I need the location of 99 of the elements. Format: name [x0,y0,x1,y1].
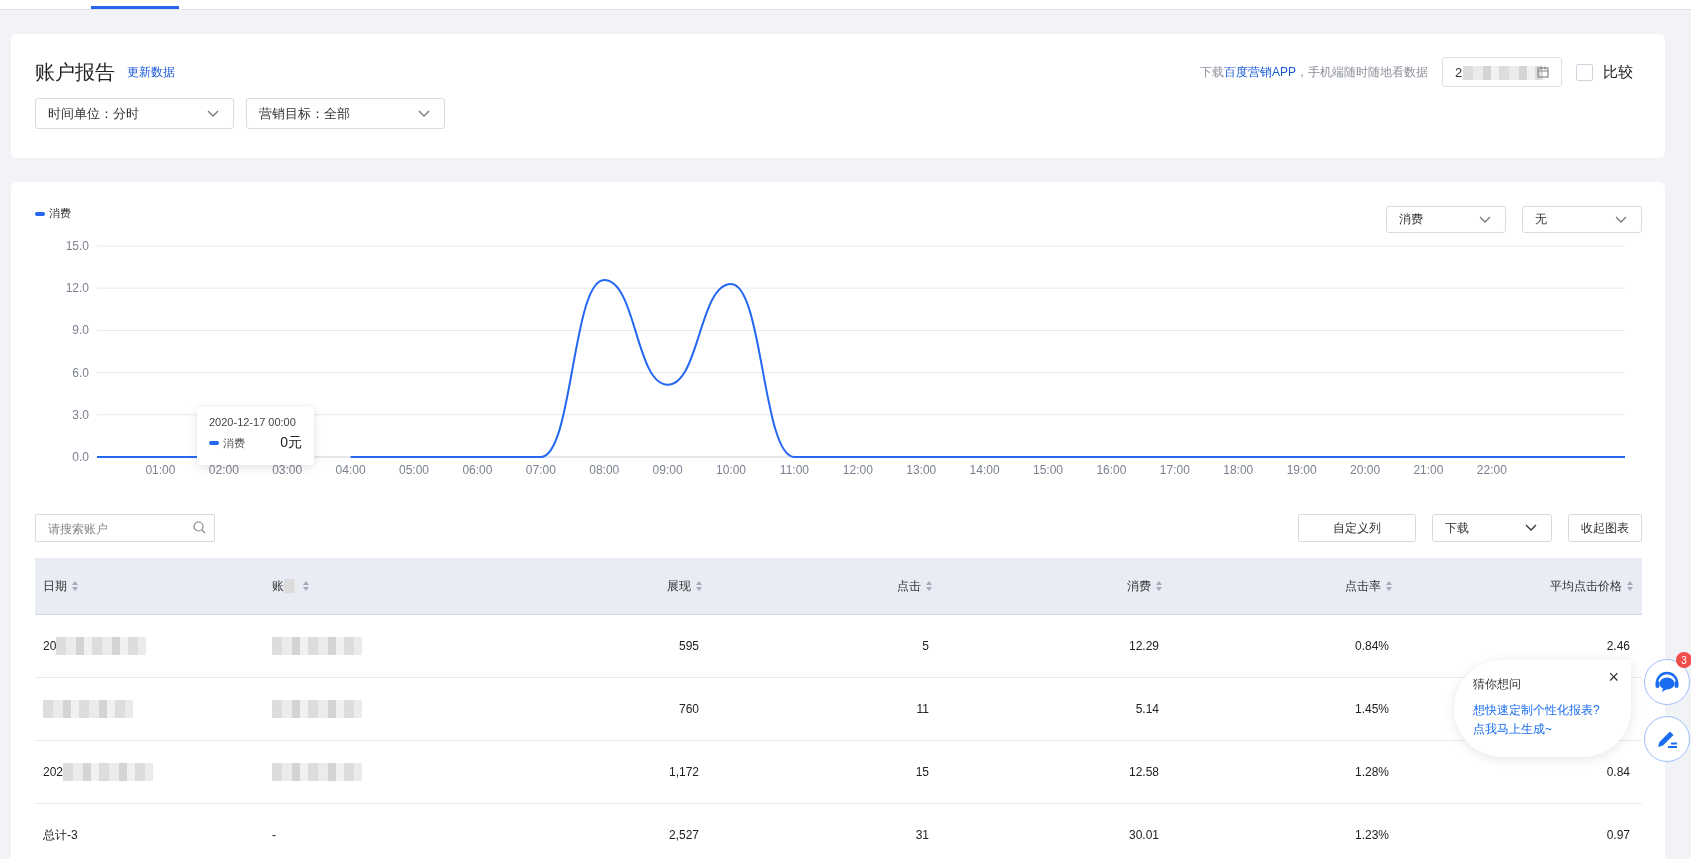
tooltip-series: 消费 [223,435,245,451]
table-cell: 12.29 [1128,639,1159,653]
chevron-down-icon [1479,215,1491,224]
x-tick-label: 11:00 [779,463,809,477]
sort-icon[interactable] [925,580,933,592]
table-cell: 2.46 [1606,639,1630,653]
column-header[interactable]: 点击率 [1345,577,1381,595]
collapse-chart-button[interactable]: 收起图表 [1568,514,1642,542]
search-icon [193,521,206,534]
x-tick-label: 12:00 [842,463,873,477]
app-download-link[interactable]: 百度营销APP [1224,64,1296,79]
column-header[interactable]: 展现 [667,577,691,595]
table-cell: 1,172 [668,765,699,779]
x-tick-label: 08:00 [589,463,620,477]
download-dropdown[interactable]: 下载 [1432,514,1552,542]
x-tick-label: 07:00 [525,463,556,477]
sort-icon[interactable] [1155,580,1163,592]
close-button[interactable]: × [1608,668,1619,686]
date-field[interactable]: 2 [1442,57,1562,87]
table-cell: 5.14 [1135,702,1159,716]
headset-chat-icon [1654,669,1680,695]
x-tick-label: 18:00 [1223,463,1254,477]
chevron-down-icon [1525,524,1537,532]
table-cell: 总计-3 [43,826,78,844]
table-cell: 0.84% [1354,639,1389,653]
table-cell: 12.58 [1128,765,1159,779]
legend-marker [209,441,219,445]
search-field[interactable]: 请搜索账户 [35,514,215,542]
filter-dropdown[interactable]: 营销目标：全部 [246,98,445,129]
search-input[interactable]: 请搜索账户 [46,516,190,542]
table-cell: - [272,828,276,842]
x-tick-label: 19:00 [1286,463,1317,477]
compare-dropdown[interactable]: 无 [1522,206,1642,233]
table-cell: 31 [915,828,929,842]
x-tick-label: 01:00 [145,463,176,477]
calendar-icon [1537,66,1549,78]
x-tick-label: 02:00 [208,463,239,477]
x-tick-label: 13:00 [906,463,937,477]
table-cell: 1.23% [1354,828,1389,842]
x-tick-label: 17:00 [1159,463,1190,477]
chevron-down-icon [207,109,219,118]
sort-icon[interactable] [1385,580,1393,592]
column-header[interactable]: 消费 [1127,577,1151,595]
sort-icon[interactable] [1626,580,1634,592]
y-tick-label: 12.0 [65,281,89,296]
y-tick-label: 6.0 [72,365,89,380]
compare-label: 比较 [1603,62,1633,82]
table-cell: 11 [916,702,929,716]
sort-icon[interactable] [71,580,79,592]
suggestion-link[interactable]: 点我马上生成~ [1473,720,1621,739]
table-cell: 0.97 [1606,828,1630,842]
tooltip-title: 2020-12-17 00:00 [209,416,297,428]
popup-title: 猜你想问 [1473,676,1521,693]
table-cell: 2,527 [668,828,699,842]
column-header[interactable]: 平均点击价格 [1550,577,1622,595]
table-cell: 20 [43,639,57,653]
x-tick-label: 10:00 [716,463,747,477]
x-tick-label: 14:00 [969,463,1000,477]
y-tick-label: 0.0 [72,450,89,464]
x-tick-label: 06:00 [462,463,493,477]
compare-checkbox[interactable] [1576,63,1593,81]
page-title: 账户报告 [35,59,115,85]
table-cell: 202 [43,765,64,779]
x-tick-label: 22:00 [1476,463,1507,477]
x-tick-label: 09:00 [652,463,683,477]
table-cell: 0.84 [1606,765,1630,779]
app-promo-text: 下载百度营销APP，手机端随时随地看数据 [1200,63,1428,81]
x-tick-label: 05:00 [399,463,430,477]
y-tick-label: 3.0 [72,407,89,422]
x-tick-label: 16:00 [1096,463,1127,477]
column-header[interactable]: 点击 [897,577,921,595]
notification-badge: 3 [1676,652,1691,668]
column-header[interactable]: 账 [272,577,284,595]
x-tick-label: 03:00 [272,463,303,477]
y-tick-label: 15.0 [65,239,89,253]
metric-dropdown[interactable]: 消费 [1386,206,1506,233]
x-tick-label: 20:00 [1350,463,1381,477]
refresh-link[interactable]: 更新数据 [127,63,175,81]
chevron-down-icon [418,109,430,118]
table-cell: 760 [678,702,699,716]
x-tick-label: 21:00 [1413,463,1444,477]
suggestion-link[interactable]: 想快速定制个性化报表? [1473,701,1621,720]
table-cell: 595 [678,639,699,653]
tooltip-value: 0元 [280,434,302,452]
legend-label[interactable]: 消费 [49,206,71,221]
y-tick-label: 9.0 [72,323,89,338]
chevron-down-icon [1615,215,1627,224]
custom-columns-button[interactable]: 自定义列 [1298,514,1416,542]
table-cell: 15 [915,765,929,779]
table-cell: 30.01 [1128,828,1159,842]
table-cell: 1.45% [1354,702,1389,716]
table-cell: 5 [922,639,929,653]
sort-icon[interactable] [302,580,310,592]
x-tick-label: 15:00 [1033,463,1064,477]
table-cell: 1.28% [1354,765,1389,779]
filter-dropdown[interactable]: 时间单位：分时 [35,98,234,129]
sort-icon[interactable] [695,580,703,592]
column-header[interactable]: 日期 [43,577,67,595]
x-tick-label: 04:00 [335,463,366,477]
